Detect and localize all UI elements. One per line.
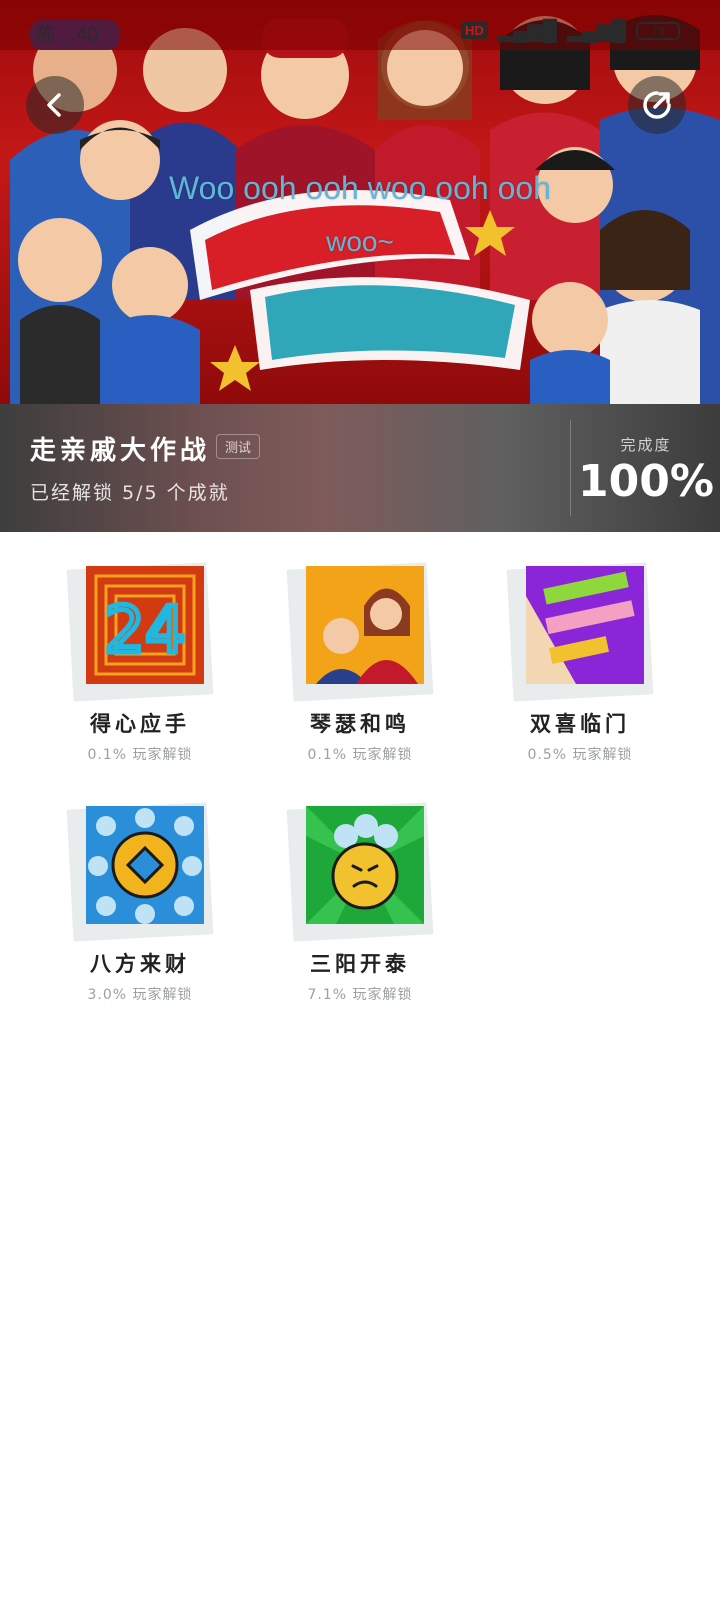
game-title: 走亲戚大作战 xyxy=(30,436,211,466)
share-icon xyxy=(643,91,671,119)
achievement-rate: 0.1% 玩家解锁 xyxy=(307,747,413,763)
achievement-frame xyxy=(506,560,654,700)
achievement-name: 得心应手 xyxy=(90,712,190,736)
status-left-text: 陈…40 xyxy=(36,24,99,46)
back-button[interactable] xyxy=(26,76,84,134)
achievement-item[interactable]: 琴瑟和鸣 0.1% 玩家解锁 xyxy=(250,560,470,764)
achievement-rate: 7.1% 玩家解锁 xyxy=(307,987,413,1003)
game-info-bar: 走亲戚大作战 测试 已经解锁 5/5 个成就 完成度 100% xyxy=(0,404,720,532)
hd-badge: HD xyxy=(461,22,488,39)
completion-label: 完成度 xyxy=(620,436,672,454)
signal-icon: ▂▄▆█ xyxy=(497,20,557,42)
info-divider xyxy=(570,420,571,516)
achievement-item[interactable]: 八方来财 3.0% 玩家解锁 xyxy=(30,800,250,1004)
lyric-line-1: Woo ooh ooh woo ooh ooh xyxy=(169,170,551,206)
achievement-frame xyxy=(286,800,434,940)
couple-icon xyxy=(306,566,424,684)
signal-icon-2: ▂▄▆█ xyxy=(566,20,626,42)
coin-icon xyxy=(86,806,204,924)
chevron-left-icon xyxy=(47,93,61,117)
achievement-name: 琴瑟和鸣 xyxy=(310,712,410,736)
achievement-frame xyxy=(286,560,434,700)
share-button[interactable] xyxy=(628,76,686,134)
lyric-line-2: woo~ xyxy=(326,226,394,257)
achievement-item[interactable]: 24 得心应手 0.1% 玩家解锁 xyxy=(30,560,250,764)
angry-coin-icon xyxy=(306,806,424,924)
achievement-rate: 0.5% 玩家解锁 xyxy=(527,747,633,763)
achievement-item[interactable]: 双喜临门 0.5% 玩家解锁 xyxy=(470,560,690,764)
achievement-name: 三阳开泰 xyxy=(310,952,410,976)
achievement-item[interactable]: 三阳开泰 7.1% 玩家解锁 xyxy=(250,800,470,1004)
completion-value: 100% xyxy=(578,456,714,507)
status-right-icons: HD ▂▄▆█ ▂▄▆█ 78 xyxy=(461,18,680,43)
achievement-grid: 24 得心应手 0.1% 玩家解锁 琴瑟和鸣 0.1% 玩家解锁 双喜临门 0.… xyxy=(30,560,690,1004)
max-bars-icon xyxy=(526,566,644,684)
test-tag: 测试 xyxy=(216,434,261,459)
achievement-frame xyxy=(66,800,214,940)
svg-text:24: 24 xyxy=(104,594,185,668)
achievement-name: 八方来财 xyxy=(90,952,190,976)
achievement-rate: 0.1% 玩家解锁 xyxy=(87,747,193,763)
achievement-name: 双喜临门 xyxy=(530,712,630,736)
unlock-progress-text: 已经解锁 5/5 个成就 xyxy=(30,482,230,504)
achievement-rate: 3.0% 玩家解锁 xyxy=(87,987,193,1003)
battery-icon: 78 xyxy=(636,21,680,40)
game-banner: 陈…40 HD ▂▄▆█ ▂▄▆█ 78 Woo ooh ooh woo ooh… xyxy=(0,0,720,404)
status-bar: 陈…40 HD ▂▄▆█ ▂▄▆█ 78 xyxy=(0,0,720,50)
achievement-frame: 24 xyxy=(66,560,214,700)
number-24-icon: 24 xyxy=(86,566,204,684)
